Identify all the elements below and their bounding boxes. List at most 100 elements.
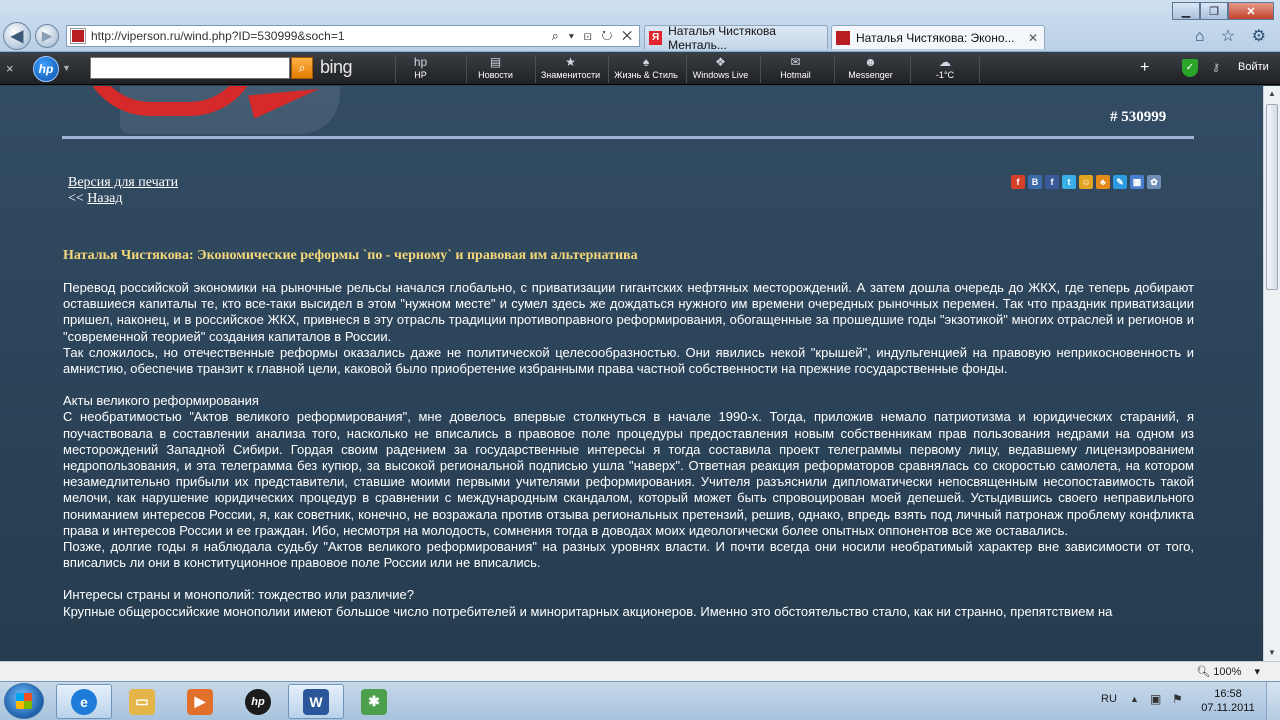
search-button[interactable]: ⌕: [291, 57, 313, 79]
toolbar-item-windows-live[interactable]: ❖ Windows Live: [686, 55, 754, 83]
tab-close-icon[interactable]: ✕: [1028, 31, 1038, 45]
zoom-control[interactable]: 🔍︎ 100% ▾: [1196, 665, 1260, 678]
maximize-button[interactable]: ❐: [1200, 2, 1228, 20]
scroll-down-icon[interactable]: ▼: [1264, 645, 1280, 661]
settings-icon[interactable]: ✿: [1147, 175, 1161, 189]
bing-logo: bing: [320, 57, 353, 77]
network-icon[interactable]: ▣: [1150, 692, 1161, 706]
toolbar-close-icon[interactable]: ×: [6, 61, 14, 76]
article-title: Наталья Чистякова: Экономические реформы…: [63, 248, 638, 263]
toolbar-item-lifestyle[interactable]: ♠ Жизнь & Стиль: [608, 55, 683, 83]
home-favorites-tools-icons[interactable]: ⌂ ☆ ⚙: [1195, 26, 1272, 46]
article-paragraph: Перевод российской экономики на рыночные…: [63, 280, 1194, 344]
article-paragraph: Так сложилось, но отечественные реформы …: [63, 344, 1194, 377]
vertical-scrollbar[interactable]: ▲ ▼: [1263, 86, 1280, 661]
toolbar-item-messenger[interactable]: ☻ Messenger: [834, 55, 906, 83]
toolbar-item-hp[interactable]: hp HP: [395, 55, 445, 83]
clock-time: 16:58: [1214, 688, 1242, 700]
share-icon-1[interactable]: f: [1011, 175, 1025, 189]
pencil-icon[interactable]: ✎: [1113, 175, 1127, 189]
system-clock[interactable]: 16:58 07.11.2011: [1198, 687, 1258, 715]
media-player-taskbar-icon: ▶: [187, 688, 213, 715]
language-indicator[interactable]: RU: [1101, 693, 1117, 705]
network-icon[interactable]: ♣: [1096, 175, 1110, 189]
windows-icon: ❖: [715, 55, 726, 69]
back-link[interactable]: Назад: [87, 191, 122, 206]
forward-arrow-icon[interactable]: ▶: [35, 24, 59, 48]
toolbar-item-label: Новости: [478, 70, 513, 80]
header-divider: [62, 136, 1194, 139]
site-favicon-icon: [70, 28, 86, 44]
toolbar-item-label: Messenger: [848, 70, 893, 80]
document-id: # 530999: [1110, 109, 1167, 125]
section-heading: Интересы страны и монополий: тождество и…: [63, 587, 414, 603]
print-version-link[interactable]: Версия для печати: [68, 175, 178, 191]
toolbar-item-label: Жизнь & Стиль: [614, 70, 678, 80]
taskbar-explorer[interactable]: ▭: [114, 684, 170, 719]
toolbar-item-celebrities[interactable]: ★ Знаменитости: [535, 55, 605, 83]
scroll-up-icon[interactable]: ▲: [1264, 86, 1280, 102]
article-paragraph: С необратимостью "Актов великого реформи…: [63, 409, 1194, 538]
hp-logo-icon[interactable]: hp: [33, 56, 59, 82]
back-prefix: <<: [68, 191, 88, 206]
toolbar-item-label: -1°C: [935, 70, 955, 80]
tab-label: Наталья Чистякова: Эконо...: [856, 30, 1015, 45]
back-arrow-icon[interactable]: ◀: [3, 22, 31, 50]
url-text[interactable]: http://viperson.ru/wind.php?ID=530999&so…: [91, 29, 345, 43]
toolbar-item-weather[interactable]: ☁ -1°C: [910, 55, 980, 83]
article-paragraph: Крупные общероссийские монополии имеют б…: [63, 603, 1113, 619]
address-bar[interactable]: http://viperson.ru/wind.php?ID=530999&so…: [66, 25, 640, 47]
show-hidden-icons[interactable]: ▲: [1130, 694, 1139, 704]
taskbar-media-player[interactable]: ▶: [172, 684, 228, 719]
add-icon[interactable]: +: [1140, 59, 1149, 77]
action-center-icon[interactable]: ⚑: [1172, 692, 1183, 706]
toolbar-item-label: Windows Live: [692, 70, 749, 80]
toolbar-item-news[interactable]: ▤ Новости: [466, 55, 524, 83]
site-favicon-icon: [836, 30, 850, 45]
browser-title-bar: ◀ ▶ http://viperson.ru/wind.php?ID=53099…: [0, 0, 1280, 52]
facebook-icon[interactable]: f: [1045, 175, 1059, 189]
news-icon: ▤: [489, 55, 502, 69]
taskbar-ie[interactable]: e: [56, 684, 112, 719]
messenger-icon: ☻: [864, 55, 877, 69]
twitter-icon[interactable]: t: [1062, 175, 1076, 189]
taskbar-hp[interactable]: hp: [230, 684, 286, 719]
key-icon: ⚷: [1212, 62, 1221, 74]
minimize-button[interactable]: ▁: [1172, 2, 1200, 20]
shield-icon[interactable]: ✓: [1182, 59, 1198, 77]
login-button[interactable]: Войти: [1238, 61, 1269, 73]
window-controls: ▁ ❐ ✕: [1172, 2, 1274, 20]
address-bar-icons[interactable]: ⌕ ▾ ⊡ ↻ ✕: [552, 28, 635, 44]
cloud-icon: ☁: [939, 55, 951, 69]
close-window-button[interactable]: ✕: [1228, 2, 1274, 20]
tab-label: Наталья Чистякова Менталь...: [668, 23, 776, 52]
chevron-down-icon[interactable]: ▾: [1254, 666, 1260, 678]
toolbar-item-label: Hotmail: [780, 70, 811, 80]
toolbar-item-hotmail[interactable]: ✉ Hotmail: [760, 55, 830, 83]
show-desktop-button[interactable]: [1266, 682, 1280, 720]
tab-yandex[interactable]: Я Наталья Чистякова Менталь...: [644, 23, 828, 52]
taskbar-network[interactable]: ✱: [346, 684, 402, 719]
toolbar-search-input[interactable]: [90, 57, 290, 79]
people-icon[interactable]: ☺: [1079, 175, 1093, 189]
zoom-icon: 🔍︎: [1196, 666, 1211, 678]
chevron-down-icon[interactable]: ▼: [62, 63, 71, 73]
scrollbar-thumb[interactable]: [1266, 104, 1278, 290]
windows-logo-icon: [16, 693, 32, 709]
mail-icon: ✉: [790, 55, 801, 69]
vkontakte-icon[interactable]: B: [1028, 175, 1042, 189]
toolbar-item-label: Знаменитости: [540, 70, 601, 80]
hp-icon: hp: [413, 55, 428, 69]
bookmark-icon[interactable]: ▦: [1130, 175, 1144, 189]
network-taskbar-icon: ✱: [361, 688, 387, 715]
zoom-level: 100%: [1213, 666, 1242, 678]
page-viewport: # 530999 Версия для печати << Назад f B …: [0, 86, 1263, 661]
taskbar-word[interactable]: W: [288, 684, 344, 719]
explorer-taskbar-icon: ▭: [129, 688, 155, 715]
hp-taskbar-icon: hp: [245, 688, 271, 715]
tab-viperson-active[interactable]: Наталья Чистякова: Эконо... ✕: [831, 25, 1045, 49]
article-paragraph: Позже, долгие годы я наблюдала судьбу "А…: [63, 539, 1194, 571]
start-button[interactable]: [4, 683, 44, 719]
